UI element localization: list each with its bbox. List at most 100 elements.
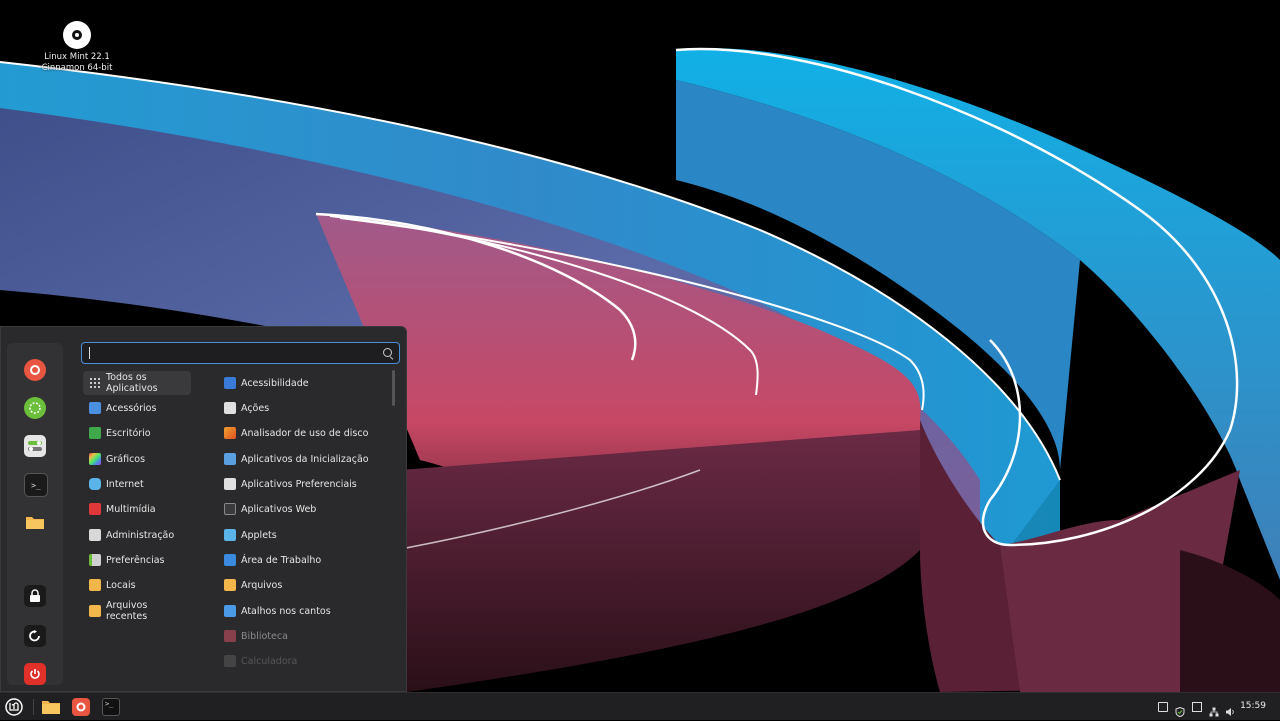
applets-icon (224, 529, 236, 541)
lock-icon[interactable] (24, 585, 46, 607)
web-apps-icon (224, 503, 236, 515)
app-item[interactable]: Analisador de uso de disco (219, 421, 389, 445)
category-multimedia[interactable]: Multimídia (83, 497, 191, 521)
folder-icon (224, 579, 236, 591)
firefox-icon[interactable] (24, 359, 46, 381)
preferred-apps-icon (224, 478, 236, 490)
search-input[interactable] (81, 342, 400, 364)
category-label: Escritório (106, 427, 151, 439)
category-recent-files[interactable]: Arquivos recentes (83, 599, 191, 623)
preferences-icon (89, 554, 101, 566)
network-icon[interactable] (1209, 702, 1219, 717)
clock[interactable]: 15:59 (1240, 701, 1266, 711)
text-caret (89, 347, 90, 359)
category-label: Gráficos (106, 453, 146, 465)
app-item[interactable]: Calculadora (219, 649, 389, 673)
terminal-icon: >_ (102, 698, 120, 716)
category-office[interactable]: Escritório (83, 421, 191, 445)
volume-icon[interactable] (1225, 702, 1235, 716)
mint-logo-icon (5, 698, 23, 716)
search-icon (383, 348, 392, 357)
category-all-apps[interactable]: Todos os Aplicativos (83, 371, 191, 395)
app-label: Aplicativos Preferenciais (241, 478, 357, 490)
folder-icon (89, 579, 101, 591)
menu-button[interactable] (4, 697, 24, 717)
accessories-icon (89, 402, 101, 414)
keyboard-layout-icon[interactable] (1158, 702, 1168, 712)
category-label: Administração (106, 529, 175, 541)
app-label: Área de Trabalho (241, 554, 322, 566)
updates-icon[interactable] (1192, 702, 1202, 712)
app-item[interactable]: Aplicativos Preferenciais (219, 472, 389, 496)
app-label: Ações (241, 402, 270, 414)
app-item[interactable]: Aplicativos da Inicialização (219, 447, 389, 471)
disc-icon (63, 21, 91, 49)
mint-software-icon[interactable] (24, 397, 46, 419)
app-label: Applets (241, 529, 277, 541)
startup-apps-icon (224, 453, 236, 465)
taskbar: >_ 15:59 (0, 692, 1280, 720)
administration-icon (89, 529, 101, 541)
app-label: Acessibilidade (241, 377, 309, 389)
app-label: Analisador de uso de disco (241, 427, 369, 439)
taskbar-separator (33, 699, 34, 715)
library-icon (224, 630, 236, 642)
desktop-icon (224, 554, 236, 566)
hot-corners-icon (224, 605, 236, 617)
category-preferences[interactable]: Preferências (83, 548, 191, 572)
logout-icon[interactable] (24, 625, 46, 647)
power-icon[interactable] (24, 663, 46, 685)
desktop-icon-label-line2: Cinnamon 64-bit (41, 63, 113, 73)
accessibility-icon (224, 377, 236, 389)
shield-icon[interactable] (1175, 702, 1185, 718)
category-label: Arquivos recentes (106, 600, 148, 622)
taskbar-firefox-launcher[interactable] (71, 697, 91, 717)
app-item[interactable]: Acessibilidade (219, 371, 389, 395)
category-label: Preferências (106, 554, 165, 566)
toggles-icon[interactable] (24, 435, 46, 457)
category-label: Multimídia (106, 503, 156, 515)
favorites-bar: >_ (7, 343, 63, 685)
app-item[interactable]: Arquivos (219, 573, 389, 597)
app-label: Calculadora (241, 655, 298, 667)
scrollbar-thumb[interactable] (392, 370, 395, 406)
category-label: Todos os Aplicativos (106, 372, 158, 394)
app-label: Aplicativos Web (241, 503, 317, 515)
taskbar-terminal-launcher[interactable]: >_ (101, 697, 121, 717)
terminal-icon[interactable]: >_ (24, 473, 48, 497)
desktop: Linux Mint 22.1 Cinnamon 64-bit >_ Todos… (0, 0, 1280, 692)
taskbar-files-launcher[interactable] (41, 697, 61, 717)
app-item[interactable]: Atalhos nos cantos (219, 599, 389, 623)
category-label: Acessórios (106, 402, 157, 414)
app-label: Arquivos (241, 579, 283, 591)
internet-icon (89, 478, 101, 490)
grid-icon (89, 377, 101, 389)
app-item[interactable]: Área de Trabalho (219, 548, 389, 572)
category-internet[interactable]: Internet (83, 472, 191, 496)
category-graphics[interactable]: Gráficos (83, 447, 191, 471)
desktop-icon-label-line1: Linux Mint 22.1 (44, 52, 110, 62)
category-label: Locais (106, 579, 136, 591)
desktop-computer-icon[interactable]: Linux Mint 22.1 Cinnamon 64-bit (30, 18, 124, 74)
category-places[interactable]: Locais (83, 573, 191, 597)
app-item[interactable]: Applets (219, 523, 389, 547)
app-label: Biblioteca (241, 630, 288, 642)
start-menu: >_ Todos os Aplicativos Acessórios Escri… (0, 326, 407, 692)
folder-icon[interactable] (24, 511, 46, 533)
app-item[interactable]: Aplicativos Web (219, 497, 389, 521)
graphics-icon (89, 453, 101, 465)
app-item[interactable]: Biblioteca (219, 624, 389, 648)
category-administration[interactable]: Administração (83, 523, 191, 547)
recent-files-icon (89, 605, 101, 617)
disk-usage-icon (224, 427, 236, 439)
category-accessories[interactable]: Acessórios (83, 396, 191, 420)
app-label: Atalhos nos cantos (241, 605, 331, 617)
app-label: Aplicativos da Inicialização (241, 453, 369, 465)
firefox-icon (72, 698, 90, 716)
calculator-icon (224, 655, 236, 667)
multimedia-icon (89, 503, 101, 515)
category-label: Internet (106, 478, 144, 490)
app-item[interactable]: Ações (219, 396, 389, 420)
actions-icon (224, 402, 236, 414)
office-icon (89, 427, 101, 439)
